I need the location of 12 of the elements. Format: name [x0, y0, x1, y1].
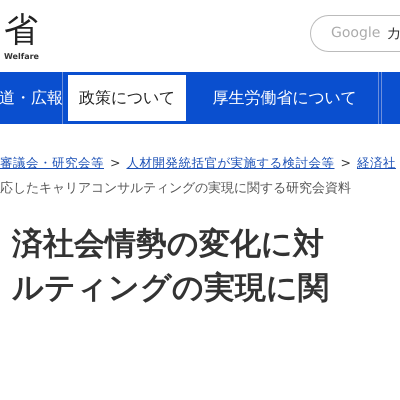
breadcrumb-link[interactable]: 経済社 — [356, 154, 396, 173]
breadcrumb-separator: > — [110, 154, 120, 172]
breadcrumb-link[interactable]: 審議会・研究会等 — [0, 154, 104, 173]
logo-mark: 省 — [4, 10, 39, 50]
logo-subtitle: Welfare — [4, 52, 39, 62]
search-field[interactable]: Google カ — [310, 15, 400, 52]
breadcrumb-separator: > — [340, 154, 351, 172]
breadcrumb-link[interactable]: 人材開発統括官が実施する検討会等 — [126, 154, 334, 173]
page-heading: 済社会情勢の変化に対 — [12, 225, 325, 264]
nav-tab[interactable]: 政策について — [65, 72, 189, 124]
breadcrumb-current: 応したキャリアコンサルティングの実現に関する研究会資料 — [0, 180, 352, 198]
page-heading: ルティングの実現に関 — [12, 269, 330, 308]
